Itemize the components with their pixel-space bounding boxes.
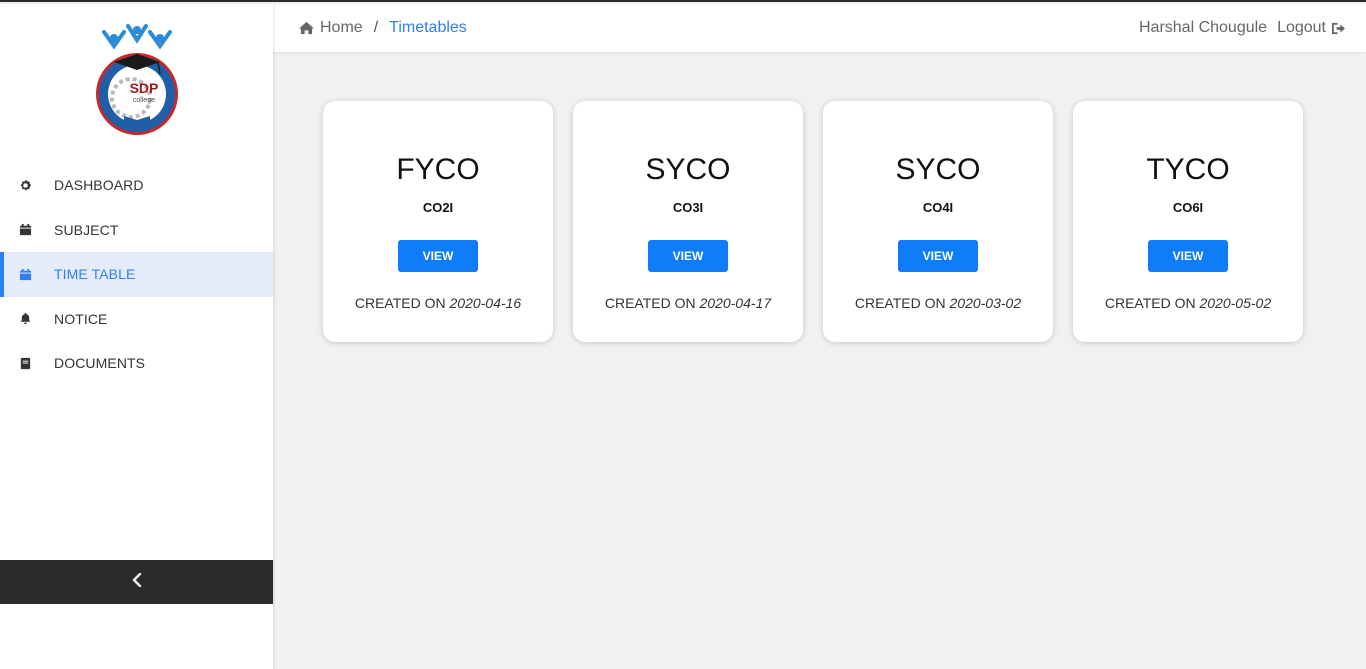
created-label: CREATED ON xyxy=(604,295,696,311)
sidebar-item-label: DASHBOARD xyxy=(54,177,144,194)
card-code: CO2I xyxy=(422,200,454,215)
bell-icon xyxy=(18,312,32,326)
breadcrumb-home-label: Home xyxy=(320,19,363,36)
card-created: CREATED ON 2020-04-17 xyxy=(573,295,803,311)
sidebar-item-label: DOCUMENTS xyxy=(54,355,146,372)
breadcrumb-home[interactable]: Home xyxy=(298,19,363,37)
calendar-icon xyxy=(18,223,32,237)
sign-out-icon xyxy=(1331,22,1346,35)
sidebar-item-label: NOTICE xyxy=(54,310,108,327)
top-bar: Home / Timetables Harshal Chougule Logou… xyxy=(273,4,1366,52)
sidebar-item-label: TIME TABLE xyxy=(54,266,136,283)
sidebar-item-dashboard[interactable]: DASHBOARD xyxy=(0,163,273,208)
timetable-cards: FYCO CO2I VIEW CREATED ON 2020-04-16 SYC… xyxy=(323,101,1303,342)
user-name[interactable]: Harshal Chougule xyxy=(1139,19,1267,37)
card-created: CREATED ON 2020-03-02 xyxy=(823,295,1053,311)
sidebar-collapse-button[interactable] xyxy=(0,560,273,604)
card-code: CO3I xyxy=(672,200,704,215)
card-title: SYCO xyxy=(645,153,731,186)
sidebar-item-notice[interactable]: NOTICE xyxy=(0,297,273,342)
card-title: SYCO xyxy=(895,153,981,186)
created-date: 2020-04-16 xyxy=(449,295,522,311)
timetable-card: SYCO CO3I VIEW CREATED ON 2020-04-17 xyxy=(573,101,803,342)
created-label: CREATED ON xyxy=(1104,295,1196,311)
view-button[interactable]: VIEW xyxy=(648,240,728,272)
logout-button[interactable]: Logout xyxy=(1277,19,1346,37)
chevron-left-icon xyxy=(132,572,142,592)
breadcrumb: Home / Timetables xyxy=(298,19,467,37)
sidebar: SDP college DASHBOARD SUBJECT TIME TABLE xyxy=(0,4,273,669)
card-title: FYCO xyxy=(396,153,480,186)
sidebar-item-documents[interactable]: DOCUMENTS xyxy=(0,341,273,386)
view-button[interactable]: VIEW xyxy=(1148,240,1228,272)
sidebar-nav: DASHBOARD SUBJECT TIME TABLE NOTICE DOCU… xyxy=(0,163,273,386)
book-icon xyxy=(18,356,32,370)
college-logo: SDP college xyxy=(88,24,186,138)
created-date: 2020-04-17 xyxy=(699,295,772,311)
svg-text:SDP: SDP xyxy=(130,80,159,96)
gear-icon xyxy=(18,178,32,192)
created-date: 2020-05-02 xyxy=(1199,295,1272,311)
breadcrumb-current[interactable]: Timetables xyxy=(389,19,467,37)
breadcrumb-separator: / xyxy=(373,19,379,36)
created-label: CREATED ON xyxy=(354,295,446,311)
created-label: CREATED ON xyxy=(854,295,946,311)
card-created: CREATED ON 2020-04-16 xyxy=(323,295,553,311)
sidebar-item-time-table[interactable]: TIME TABLE xyxy=(0,252,273,297)
user-area: Harshal Chougule Logout xyxy=(1139,19,1346,37)
svg-text:college: college xyxy=(133,97,155,104)
card-code: CO6I xyxy=(1172,200,1204,215)
card-title: TYCO xyxy=(1146,153,1230,186)
view-button[interactable]: VIEW xyxy=(898,240,978,272)
timetable-card: FYCO CO2I VIEW CREATED ON 2020-04-16 xyxy=(323,101,553,342)
sidebar-item-subject[interactable]: SUBJECT xyxy=(0,208,273,253)
logout-label: Logout xyxy=(1277,19,1326,36)
timetable-card: TYCO CO6I VIEW CREATED ON 2020-05-02 xyxy=(1073,101,1303,342)
timetable-card: SYCO CO4I VIEW CREATED ON 2020-03-02 xyxy=(823,101,1053,342)
view-button[interactable]: VIEW xyxy=(398,240,478,272)
home-icon xyxy=(298,21,315,35)
sidebar-item-label: SUBJECT xyxy=(54,221,119,238)
created-date: 2020-03-02 xyxy=(949,295,1022,311)
card-created: CREATED ON 2020-05-02 xyxy=(1073,295,1303,311)
calendar-icon xyxy=(18,267,32,281)
card-code: CO4I xyxy=(922,200,954,215)
